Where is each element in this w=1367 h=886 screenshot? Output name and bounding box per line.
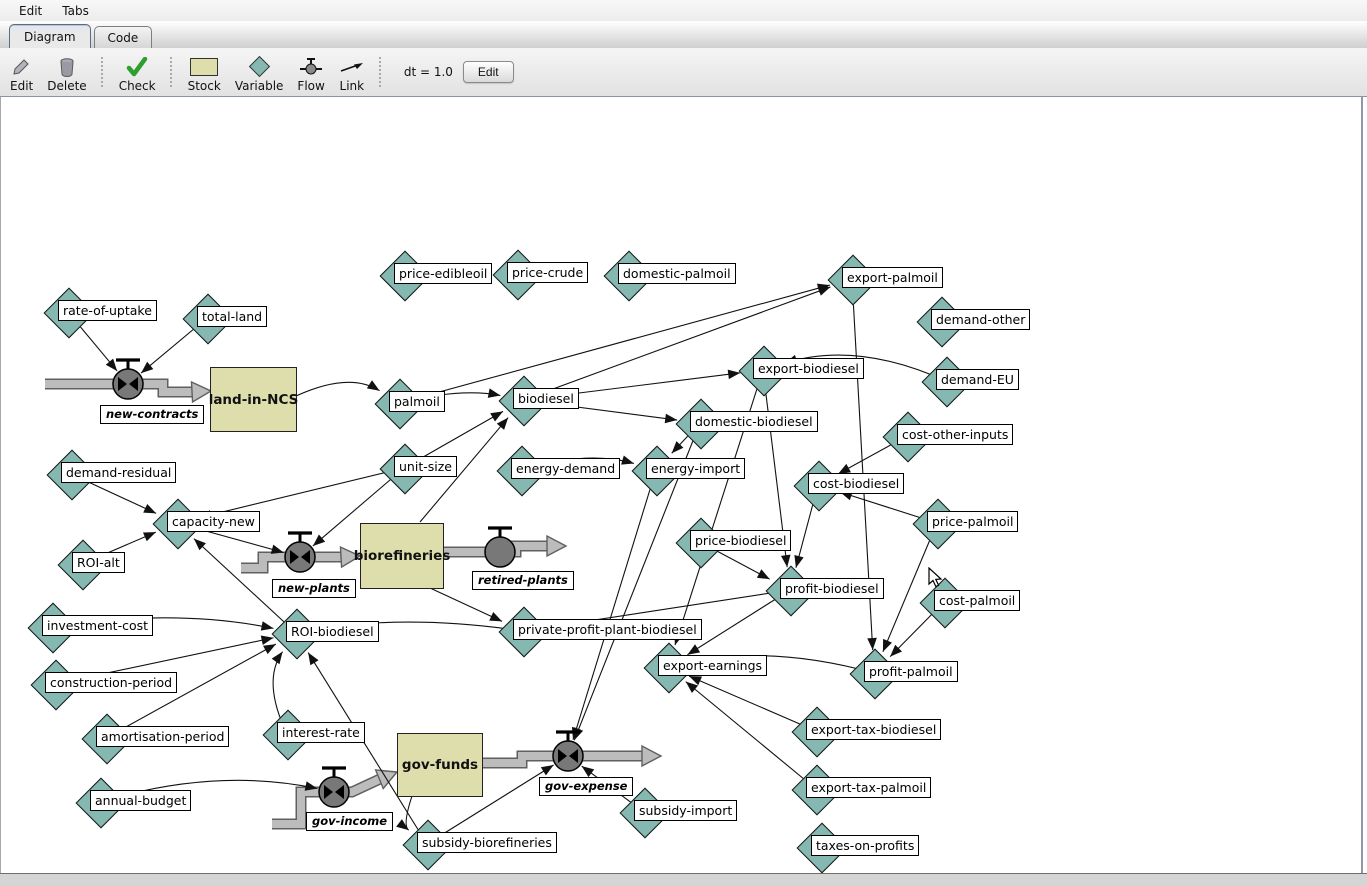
variable-label-cost-palmoil[interactable]: cost-palmoil — [934, 590, 1020, 611]
link-arrowhead — [396, 819, 408, 830]
variable-label-export-tax-palmoil[interactable]: export-tax-palmoil — [806, 777, 931, 798]
flow-valve-new-plants[interactable] — [285, 542, 315, 572]
variable-label-annual-budget[interactable]: annual-budget — [90, 790, 191, 811]
link-arrowhead — [582, 766, 595, 777]
link-arrowhead — [271, 545, 284, 554]
link-arrowhead — [308, 653, 318, 666]
link-arrowhead — [263, 644, 276, 654]
link-arrowhead — [497, 418, 508, 430]
variable-label-private-profit-plant-biodiesel[interactable]: private-profit-plant-biodiesel — [513, 619, 702, 640]
variable-label-ROI-alt[interactable]: ROI-alt — [72, 552, 125, 573]
link-arrowhead — [686, 682, 698, 693]
link-arrowhead — [272, 652, 283, 665]
link-arrowhead — [261, 636, 274, 645]
mouse-cursor — [928, 567, 948, 591]
variable-label-demand-other[interactable]: demand-other — [931, 309, 1030, 330]
link-arrowhead — [665, 414, 678, 424]
link-arrowhead — [313, 534, 325, 545]
pipe-arrow-retired-plants — [547, 536, 566, 556]
flow-valve-gov-income[interactable] — [319, 777, 349, 807]
link-export-tax-biodiesel-to-export-earnings[interactable] — [689, 676, 816, 731]
variable-label-interest-rate[interactable]: interest-rate — [277, 722, 365, 743]
flow-valve-retired-plants[interactable] — [485, 537, 515, 567]
variable-label-palmoil[interactable]: palmoil — [389, 391, 445, 412]
flow-label-new-plants[interactable]: new-plants — [272, 579, 356, 598]
link-arrowhead — [817, 287, 830, 296]
stock-label-gov-funds: gov-funds — [402, 757, 478, 773]
link-arrowhead — [141, 362, 153, 373]
variable-label-taxes-on-profits[interactable]: taxes-on-profits — [811, 835, 919, 856]
link-arrowhead — [621, 455, 634, 464]
link-arrowhead — [574, 727, 583, 740]
flow-label-new-contracts[interactable]: new-contracts — [100, 405, 204, 424]
link-biodiesel-to-export-palmoil[interactable] — [523, 287, 830, 400]
variable-label-price-edibleoil[interactable]: price-edibleoil — [394, 263, 492, 284]
variable-label-domestic-palmoil[interactable]: domestic-palmoil — [618, 263, 736, 284]
variable-label-cost-other-inputs[interactable]: cost-other-inputs — [897, 424, 1013, 445]
link-arrowhead — [106, 359, 117, 371]
link-arrowhead — [794, 555, 803, 568]
variable-label-energy-import[interactable]: energy-import — [646, 458, 745, 479]
variable-label-export-earnings[interactable]: export-earnings — [658, 655, 767, 676]
diagram-layer: land-in-NCS biorefineries gov-funds rate-of… — [0, 0, 1367, 885]
link-arrowhead — [261, 621, 274, 630]
link-arrowhead — [883, 639, 892, 652]
variable-label-total-land[interactable]: total-land — [197, 306, 267, 327]
variable-label-export-biodiesel[interactable]: export-biodiesel — [753, 358, 864, 379]
link-arrowhead — [687, 644, 700, 654]
pipe-arrow-gov-expense — [642, 746, 661, 766]
variable-label-price-crude[interactable]: price-crude — [507, 262, 588, 283]
variable-label-biodiesel[interactable]: biodiesel — [513, 388, 579, 409]
link-arrowhead — [757, 569, 770, 579]
stock-land-in-NCS[interactable]: land-in-NCS — [210, 367, 297, 432]
link-arrowhead — [488, 388, 501, 397]
variable-label-domestic-biodiesel[interactable]: domestic-biodiesel — [690, 411, 818, 432]
link-arrowhead — [781, 555, 791, 567]
variable-label-demand-residual[interactable]: demand-residual — [61, 462, 176, 483]
variable-label-demand-EU[interactable]: demand-EU — [936, 369, 1019, 390]
variable-label-price-biodiesel[interactable]: price-biodiesel — [690, 530, 791, 551]
stock-label-biorefineries: biorefineries — [354, 548, 451, 564]
link-gov-funds-to-subsidy-biorefineries[interactable] — [406, 796, 412, 830]
variable-label-unit-size[interactable]: unit-size — [394, 456, 457, 477]
link-arrowhead — [489, 612, 502, 621]
link-arrowhead — [143, 532, 156, 541]
variable-label-cost-biodiesel[interactable]: cost-biodiesel — [808, 473, 904, 494]
flow-label-gov-expense[interactable]: gov-expense — [539, 777, 633, 796]
variable-label-subsidy-import[interactable]: subsidy-import — [634, 800, 737, 821]
flow-valve-gov-expense[interactable] — [553, 741, 583, 771]
link-arrowhead — [143, 504, 156, 513]
variable-label-rate-of-uptake[interactable]: rate-of-uptake — [58, 300, 157, 321]
diagram-links-svg — [0, 0, 1367, 885]
link-land-in-NCS-to-palmoil[interactable] — [296, 382, 380, 396]
stock-biorefineries[interactable]: biorefineries — [360, 523, 444, 589]
variable-label-export-palmoil[interactable]: export-palmoil — [842, 267, 943, 288]
variable-label-ROI-biodiesel[interactable]: ROI-biodiesel — [286, 621, 379, 642]
stock-label-land-in-NCS: land-in-NCS — [209, 392, 299, 408]
flow-label-gov-income[interactable]: gov-income — [306, 812, 393, 831]
variable-label-profit-palmoil[interactable]: profit-palmoil — [864, 661, 958, 682]
variable-label-price-palmoil[interactable]: price-palmoil — [927, 511, 1018, 532]
variable-label-energy-demand[interactable]: energy-demand — [511, 458, 620, 479]
variable-label-amortisation-period[interactable]: amortisation-period — [96, 726, 229, 747]
flow-label-retired-plants[interactable]: retired-plants — [472, 571, 574, 590]
variable-label-construction-period[interactable]: construction-period — [45, 672, 177, 693]
link-energy-import-to-gov-expense[interactable] — [573, 470, 656, 740]
variable-label-export-tax-biodiesel[interactable]: export-tax-biodiesel — [806, 719, 941, 740]
stock-gov-funds[interactable]: gov-funds — [397, 733, 483, 797]
variable-label-investment-cost[interactable]: investment-cost — [42, 615, 153, 636]
link-arrowhead — [541, 765, 554, 775]
link-arrowhead — [490, 411, 503, 421]
variable-label-subsidy-biorefineries[interactable]: subsidy-biorefineries — [417, 832, 557, 853]
variable-label-capacity-new[interactable]: capacity-new — [167, 511, 260, 532]
variable-label-profit-biodiesel[interactable]: profit-biodiesel — [780, 578, 884, 599]
link-arrowhead — [367, 380, 380, 390]
flow-valve-new-contracts[interactable] — [113, 369, 143, 399]
